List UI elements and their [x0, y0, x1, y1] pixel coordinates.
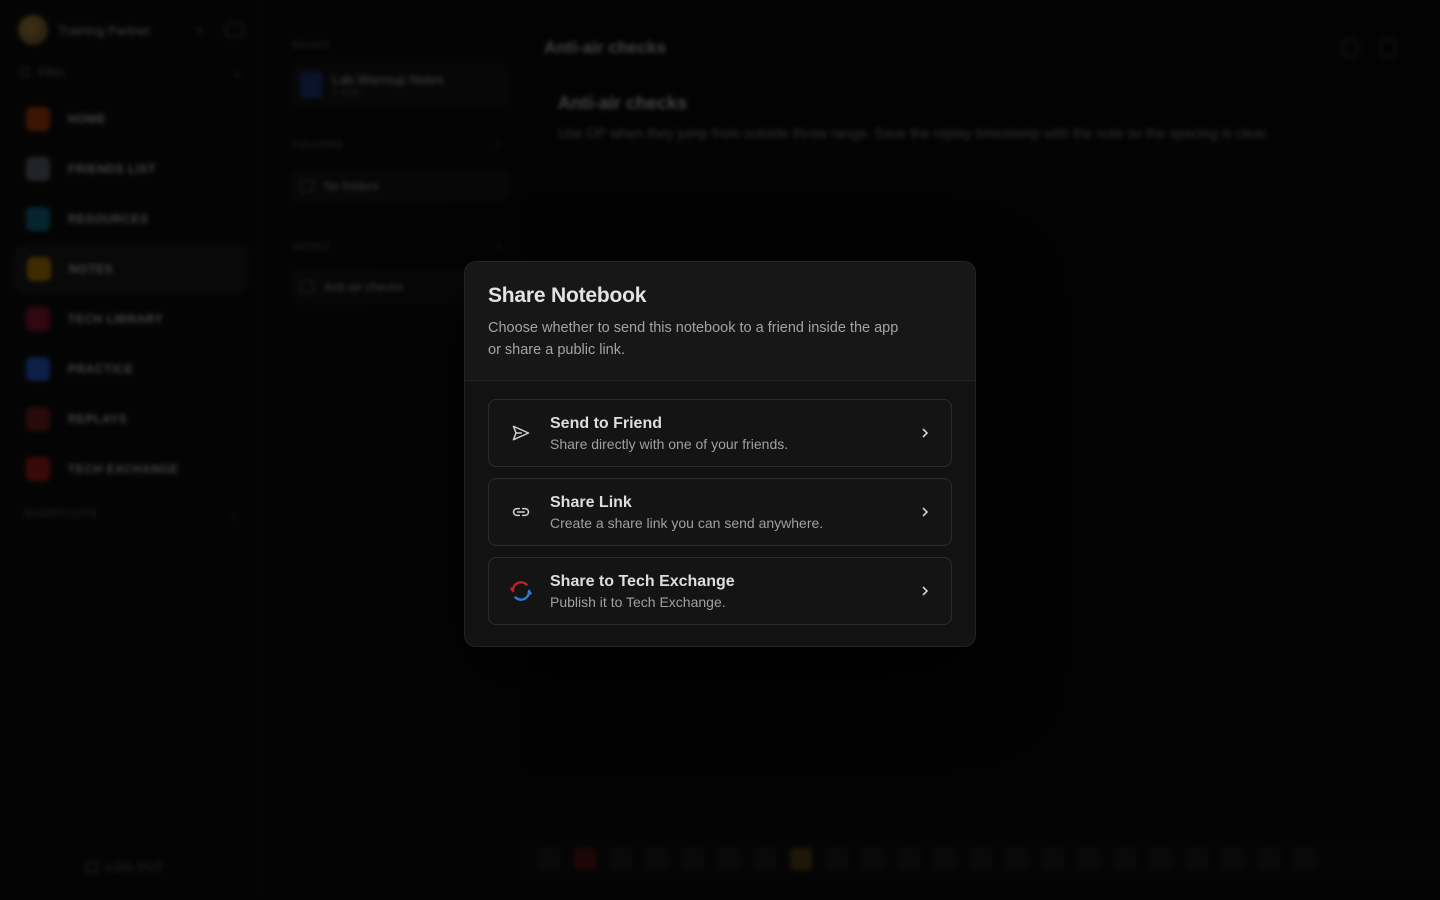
- share-to-tech-exchange-option[interactable]: Share to Tech Exchange Publish it to Tec…: [488, 557, 952, 625]
- send-icon: [509, 421, 533, 445]
- chevron-right-icon: [915, 502, 935, 522]
- tech-exchange-icon: [509, 579, 533, 603]
- share-notebook-dialog: Share Notebook Choose whether to send th…: [464, 261, 976, 647]
- option-title: Share to Tech Exchange: [550, 572, 735, 590]
- dialog-header: Share Notebook Choose whether to send th…: [465, 262, 975, 381]
- option-subtitle: Create a share link you can send anywher…: [550, 514, 824, 531]
- option-subtitle: Publish it to Tech Exchange.: [550, 593, 726, 610]
- chevron-right-icon: [915, 423, 935, 443]
- option-subtitle: Share directly with one of your friends.: [550, 435, 789, 452]
- send-to-friend-option[interactable]: Send to Friend Share directly with one o…: [488, 399, 952, 467]
- chevron-right-icon: [915, 581, 935, 601]
- dialog-title: Share Notebook: [488, 284, 647, 307]
- option-title: Send to Friend: [550, 414, 662, 432]
- share-link-option[interactable]: Share Link Create a share link you can s…: [488, 478, 952, 546]
- dialog-description: Choose whether to send this notebook to …: [488, 320, 899, 358]
- option-title: Share Link: [550, 493, 632, 511]
- share-options: Send to Friend Share directly with one o…: [465, 381, 975, 625]
- link-icon: [509, 500, 533, 524]
